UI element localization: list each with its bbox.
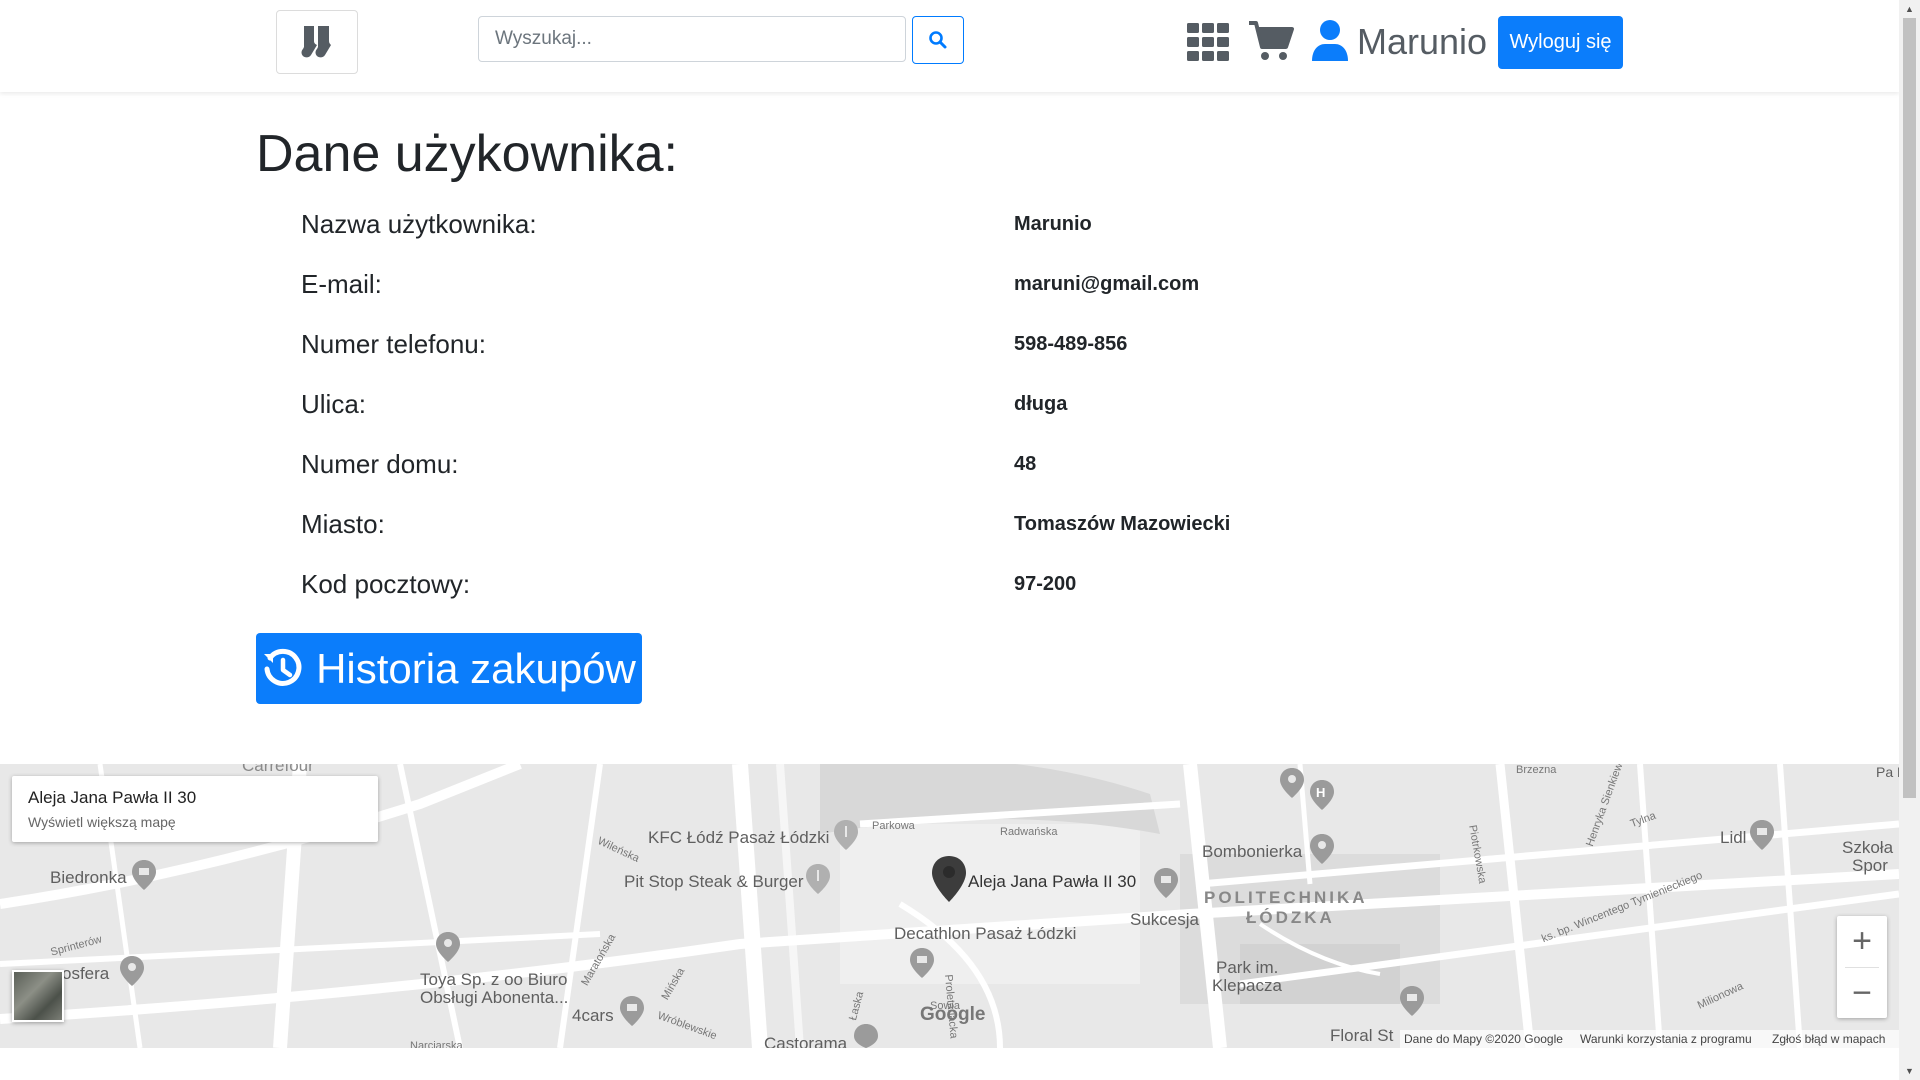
map-label-decathlon: Decathlon Pasaż Łódzki (894, 924, 1077, 943)
google-map[interactable]: Aleja Jana Pawła II 30 KFC Łódź Pasaż Łó… (0, 764, 1899, 1048)
page-title: Dane użykownika: (256, 125, 678, 183)
map-data-attribution: Dane do Mapy ©2020 Google (1404, 1032, 1563, 1046)
map-label-parkowa: Parkowa (872, 820, 915, 832)
categories-grid-button[interactable] (1186, 22, 1230, 62)
poi-marker-icon[interactable] (436, 932, 460, 962)
field-label: Miasto: (301, 509, 385, 539)
field-value: 48 (1014, 453, 1037, 475)
map-label-carrefour: Carrefour (242, 764, 314, 775)
map-label-narciarska: Narciarska (410, 1040, 463, 1048)
map-label-park2: Klepacza (1212, 976, 1282, 995)
cart-icon (1249, 21, 1294, 60)
field-label: Nazwa użytkownika: (301, 209, 537, 239)
home-logo-button[interactable] (276, 10, 358, 74)
shop-marker-icon[interactable] (910, 948, 934, 978)
zoom-out-button[interactable]: − (1837, 968, 1887, 1018)
cart-button[interactable] (1246, 18, 1296, 64)
shop-marker-icon[interactable] (620, 996, 644, 1026)
map-footer: Dane do Mapy ©2020 Google Warunki korzys… (1400, 1030, 1899, 1048)
username-label[interactable]: Marunio (1357, 18, 1487, 66)
shop-marker-icon[interactable] (1750, 820, 1774, 850)
map-label-bombonierka: Bombonierka (1202, 842, 1303, 861)
info-row-postal-code: Kod pocztowy: 97-200 (0, 564, 1600, 604)
field-value: długa (1014, 393, 1068, 415)
shop-marker-icon[interactable] (854, 1024, 878, 1048)
search-button[interactable] (912, 16, 964, 64)
field-value: 97-200 (1014, 573, 1077, 595)
map-label-lodzka: ŁÓDZKA (1246, 908, 1335, 927)
map-label-pin: Aleja Jana Pawła II 30 (968, 872, 1137, 891)
purchase-history-label: Historia zakupów (316, 644, 636, 692)
field-value: maruni@gmail.com (1014, 273, 1200, 295)
field-label: Numer telefonu: (301, 329, 486, 359)
map-label-radwanska: Radwańska (1000, 826, 1058, 838)
page-scrollbar[interactable]: ▲ ▼ (1899, 0, 1920, 1080)
map-label-castorama: Castorama (764, 1034, 848, 1048)
map-label-park1: Park im. (1216, 958, 1279, 977)
socks-logo-icon (301, 23, 331, 58)
search-input[interactable] (478, 16, 906, 62)
field-value: Tomaszów Mazowiecki (1014, 513, 1231, 535)
info-row-house-number: Numer domu: 48 (0, 444, 1600, 484)
shop-marker-icon[interactable] (132, 860, 156, 890)
map-label-brzezna: Brzezna (1516, 764, 1557, 776)
location-pin-icon[interactable] (932, 856, 966, 902)
info-row-username: Nazwa użytkownika: Marunio (0, 204, 1600, 244)
info-row-email: E-mail: maruni@gmail.com (0, 264, 1600, 304)
satellite-view-toggle[interactable] (12, 970, 64, 1022)
restaurant-marker-icon[interactable] (834, 820, 858, 850)
map-place-card: Aleja Jana Pawła II 30 Wyświetl większą … (12, 776, 378, 842)
field-label: Numer domu: (301, 449, 459, 479)
map-label-lidl: Lidl (1720, 828, 1747, 847)
terms-link[interactable]: Warunki korzystania z programu (1580, 1032, 1752, 1046)
google-logo: Google (920, 1004, 986, 1025)
navbar: Marunio Wyloguj się (0, 0, 1899, 92)
poi-marker-icon[interactable] (1280, 768, 1304, 798)
poi-marker-icon[interactable] (1310, 834, 1334, 864)
report-error-link[interactable]: Zgłoś błąd w mapach (1772, 1032, 1885, 1046)
map-label-kfc: KFC Łódź Pasaż Łódzki (648, 828, 830, 847)
map-zoom-control: + − (1837, 916, 1887, 1018)
map-label-floral: Floral St (1330, 1026, 1394, 1045)
map-label-politechnika: POLITECHNIKA (1204, 888, 1368, 907)
field-value: 598-489-856 (1014, 333, 1128, 355)
map-label-biedronka: Biedronka (50, 868, 127, 887)
hospital-marker-icon[interactable]: H (1310, 780, 1334, 810)
shop-marker-icon[interactable] (1400, 986, 1424, 1016)
scroll-thumb[interactable] (1903, 18, 1916, 798)
map-label-pitstop: Pit Stop Steak & Burger (624, 872, 804, 891)
zoom-in-button[interactable]: + (1837, 916, 1887, 966)
map-place-title: Aleja Jana Pawła II 30 (28, 788, 197, 807)
info-row-phone: Numer telefonu: 598-489-856 (0, 324, 1600, 364)
search-icon (929, 31, 947, 49)
logout-button[interactable]: Wyloguj się (1498, 16, 1623, 69)
scroll-up-arrow-icon[interactable]: ▲ (1899, 0, 1920, 18)
map-label-apteka: osfera (62, 964, 110, 983)
map-label-edge: Pa Kili (1876, 764, 1899, 780)
map-label-sukcesja: Sukcesja (1130, 910, 1199, 929)
field-label: E-mail: (301, 269, 382, 299)
purchase-history-button[interactable]: Historia zakupów (256, 633, 642, 704)
info-row-city: Miasto: Tomaszów Mazowiecki (0, 504, 1600, 544)
info-row-street: Ulica: długa (0, 384, 1600, 424)
field-value: Marunio (1014, 213, 1092, 235)
field-label: Kod pocztowy: (301, 569, 471, 599)
map-label-toya2: Obsługi Abonenta... (420, 988, 569, 1007)
user-icon (1312, 20, 1348, 61)
view-larger-map-link[interactable]: Wyświetl większą mapę (28, 814, 176, 830)
field-label: Ulica: (301, 389, 367, 419)
grid-icon (1187, 23, 1229, 61)
history-icon (264, 648, 302, 686)
map-label-toya1: Toya Sp. z oo Biuro (420, 970, 568, 989)
map-label-szkola1: Szkoła (1842, 838, 1894, 857)
scroll-down-arrow-icon[interactable]: ▼ (1899, 1062, 1920, 1080)
poi-marker-icon[interactable] (120, 956, 144, 986)
shop-marker-icon[interactable] (1154, 868, 1178, 898)
user-profile-button[interactable] (1310, 18, 1350, 62)
map-label-szkola2: Spor (1852, 856, 1888, 875)
restaurant-marker-icon[interactable] (806, 864, 830, 894)
map-label-4cars: 4cars (572, 1006, 614, 1025)
svg-text:H: H (1316, 785, 1325, 800)
